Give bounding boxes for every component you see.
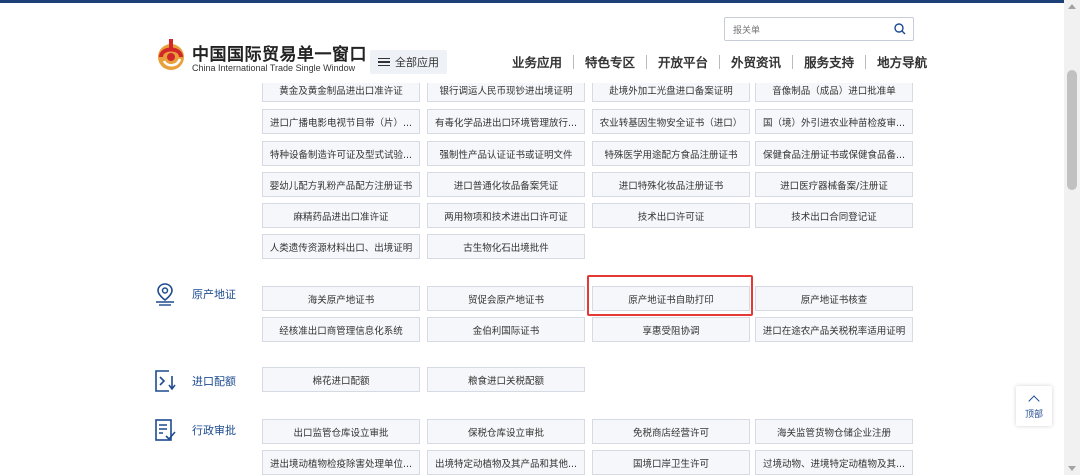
nav-open-platform[interactable]: 开放平台 <box>658 52 708 71</box>
service-button[interactable]: 强制性产品认证证书或证明文件 <box>427 141 585 166</box>
service-button[interactable]: 技术出口许可证 <box>592 203 750 228</box>
origin-self-print-button[interactable]: 原产地证书自助打印 <box>592 286 750 311</box>
service-button[interactable]: 海关监管货物仓储企业注册 <box>755 419 913 444</box>
logo-emblem-icon <box>158 39 184 70</box>
scrollbar-thumb[interactable] <box>1067 70 1077 190</box>
site-header: 中国国际贸易单一窗口 China International Trade Sin… <box>0 3 1064 83</box>
service-button[interactable]: 特殊医学用途配方食品注册证书 <box>592 141 750 166</box>
service-button[interactable]: 技术出口合同登记证 <box>755 203 913 228</box>
menu-icon <box>378 57 390 67</box>
all-apps-label: 全部应用 <box>395 56 439 69</box>
service-button[interactable]: 农业转基因生物安全证书（进口） <box>592 109 750 134</box>
site-title[interactable]: 中国国际贸易单一窗口 <box>192 40 367 65</box>
service-button[interactable]: 音像制品（成品）进口批准单 <box>755 83 913 102</box>
page-scrollbar[interactable] <box>1064 0 1080 475</box>
category-admin: 行政审批 <box>152 417 236 443</box>
service-button[interactable]: 过境动物、进境特定动植物及其... <box>755 450 913 475</box>
service-button[interactable]: 进口广播电影电视节目带（片）... <box>262 109 420 134</box>
nav-trade-news[interactable]: 外贸资讯 <box>731 52 781 71</box>
search-box <box>724 17 914 42</box>
category-origin-label: 原产地证 <box>192 288 236 301</box>
all-apps-button[interactable]: 全部应用 <box>370 50 447 74</box>
nav-support[interactable]: 服务支持 <box>804 52 854 71</box>
category-origin: 原产地证 <box>152 281 236 307</box>
scroll-up-arrow-icon[interactable] <box>1068 4 1076 9</box>
service-button[interactable]: 人类遗传资源材料出口、出境证明 <box>262 234 420 259</box>
service-button[interactable]: 进出境动植物检疫除害处理单位... <box>262 450 420 475</box>
service-button[interactable]: 金伯利国际证书 <box>427 317 585 342</box>
nav-divider <box>792 54 794 69</box>
service-button[interactable]: 赴境外加工光盘进口备案证明 <box>592 83 750 102</box>
service-button[interactable]: 粮食进口关税配额 <box>427 367 585 392</box>
service-button[interactable]: 国（境）外引进农业种苗检疫审... <box>755 109 913 134</box>
nav-local[interactable]: 地方导航 <box>877 52 927 71</box>
chevron-up-icon <box>1028 394 1040 407</box>
service-button[interactable]: 有毒化学品进出口环境管理放行... <box>427 109 585 134</box>
nav-divider <box>719 54 721 69</box>
site-subtitle: China International Trade Single Window <box>192 63 356 73</box>
nav-featured-zone[interactable]: 特色专区 <box>585 52 635 71</box>
main-content: 黄金及黄金制品进出口准许证 银行调运人民币现钞进出境证明 赴境外加工光盘进口备案… <box>0 83 1064 475</box>
service-button[interactable]: 麻精药品进出口准许证 <box>262 203 420 228</box>
main-nav: 业务应用 特色专区 开放平台 外贸资讯 服务支持 地方导航 <box>512 52 927 71</box>
nav-divider <box>865 54 867 69</box>
service-button[interactable]: 古生物化石出境批件 <box>427 234 585 259</box>
back-to-top-label: 顶部 <box>1024 409 1043 420</box>
service-button[interactable]: 进口在途农产品关税税率适用证明 <box>755 317 913 342</box>
nav-business-apps[interactable]: 业务应用 <box>512 52 562 71</box>
service-button[interactable]: 海关原产地证书 <box>262 286 420 311</box>
service-button[interactable]: 出境特定动植物及其产品和其他... <box>427 450 585 475</box>
service-button[interactable]: 原产地证书核查 <box>755 286 913 311</box>
category-quota: 进口配额 <box>152 368 236 394</box>
service-button[interactable]: 进口普通化妆品备案凭证 <box>427 172 585 197</box>
service-button[interactable]: 保健食品注册证书或保健食品备... <box>755 141 913 166</box>
service-button[interactable]: 享惠受阻协调 <box>592 317 750 342</box>
nav-divider <box>573 54 575 69</box>
service-button[interactable]: 经核准出口商管理信息化系统 <box>262 317 420 342</box>
service-button[interactable]: 黄金及黄金制品进出口准许证 <box>262 83 420 102</box>
service-button[interactable]: 棉花进口配额 <box>262 367 420 392</box>
approval-document-icon <box>155 419 176 441</box>
service-button[interactable]: 保税仓库设立审批 <box>427 419 585 444</box>
service-button[interactable]: 进口医疗器械备案/注册证 <box>755 172 913 197</box>
service-button[interactable]: 两用物项和技术进出口许可证 <box>427 203 585 228</box>
service-button[interactable]: 贸促会原产地证书 <box>427 286 585 311</box>
service-button[interactable]: 免税商店经营许可 <box>592 419 750 444</box>
scroll-down-arrow-icon[interactable] <box>1068 466 1076 471</box>
service-button[interactable]: 婴幼儿配方乳粉产品配方注册证书 <box>262 172 420 197</box>
quota-document-icon <box>155 370 176 392</box>
service-button[interactable]: 出口监管仓库设立审批 <box>262 419 420 444</box>
category-quota-label: 进口配额 <box>192 375 236 388</box>
service-button[interactable]: 进口特殊化妆品注册证书 <box>592 172 750 197</box>
service-button[interactable]: 特种设备制造许可证及型式试验... <box>262 141 420 166</box>
category-admin-label: 行政审批 <box>192 424 236 437</box>
service-button[interactable]: 国境口岸卫生许可 <box>592 450 750 475</box>
nav-divider <box>646 54 648 69</box>
search-icon[interactable] <box>894 23 906 35</box>
search-input[interactable] <box>725 20 875 42</box>
service-button[interactable]: 银行调运人民币现钞进出境证明 <box>427 83 585 102</box>
location-pin-icon <box>156 283 174 306</box>
back-to-top-button[interactable]: 顶部 <box>1016 386 1052 426</box>
